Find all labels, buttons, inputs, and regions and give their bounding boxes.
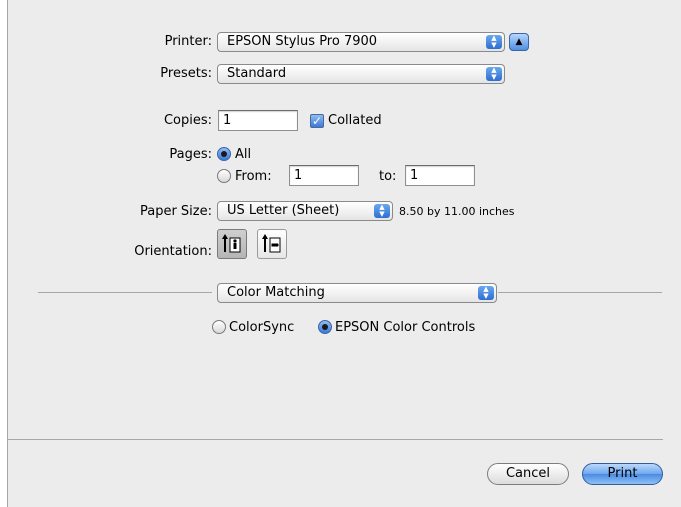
printer-value: EPSON Stylus Pro 7900 [227,34,378,49]
panel-popup[interactable]: Color Matching ▲ ▼ [217,283,497,303]
popup-arrows-icon: ▲ ▼ [374,204,390,218]
popup-arrows-icon: ▲ ▼ [486,67,502,81]
portrait-icon [222,234,241,253]
colorsync-label[interactable]: ColorSync [229,320,294,335]
popup-arrows-icon: ▲ ▼ [478,286,494,300]
orientation-landscape-button[interactable] [257,229,287,259]
pages-all-label[interactable]: All [235,147,251,162]
presets-value: Standard [227,66,287,81]
presets-popup[interactable]: Standard ▲ ▼ [217,64,505,84]
collated-label[interactable]: Collated [328,113,382,128]
copies-label: Copies: [163,113,212,128]
epson-color-controls-radio[interactable] [318,320,332,334]
paper-size-value: US Letter (Sheet) [227,203,340,218]
panel-separator-left [38,292,212,293]
pages-label: Pages: [169,147,212,162]
orientation-label: Orientation: [134,244,212,259]
landscape-icon [262,234,281,253]
panel-separator-right [498,292,662,293]
printer-label: Printer: [164,34,212,49]
panel-value: Color Matching [227,285,325,300]
print-button[interactable]: Print [582,463,663,485]
pages-from-label[interactable]: From: [235,169,272,184]
printer-popup[interactable]: EPSON Stylus Pro 7900 ▲ ▼ [217,32,505,52]
copies-field[interactable]: 1 [218,110,298,131]
collated-checkbox[interactable]: ✓ [310,114,324,128]
paper-size-label: Paper Size: [139,204,212,219]
paper-dimensions: 8.50 by 11.00 inches [399,205,515,218]
checkmark-icon: ✓ [311,114,323,128]
bottom-separator [8,439,663,440]
pages-to-label: to: [379,169,397,184]
pages-from-field[interactable]: 1 [289,165,359,186]
popup-arrows-icon: ▲ ▼ [486,35,502,49]
colorsync-radio[interactable] [212,320,226,334]
disclosure-button[interactable]: ▲ [509,33,529,51]
print-dialog: Printer: EPSON Stylus Pro 7900 ▲ ▼ ▲ Pres… [7,0,681,507]
orientation-portrait-button[interactable] [217,229,247,259]
triangle-up-icon: ▲ [515,37,523,47]
epson-color-controls-label[interactable]: EPSON Color Controls [335,320,475,335]
pages-all-radio[interactable] [217,147,231,161]
paper-size-popup[interactable]: US Letter (Sheet) ▲ ▼ [217,201,393,221]
pages-from-radio[interactable] [217,169,231,183]
cancel-button[interactable]: Cancel [487,463,569,485]
presets-label: Presets: [160,66,212,81]
pages-to-field[interactable]: 1 [405,165,475,186]
